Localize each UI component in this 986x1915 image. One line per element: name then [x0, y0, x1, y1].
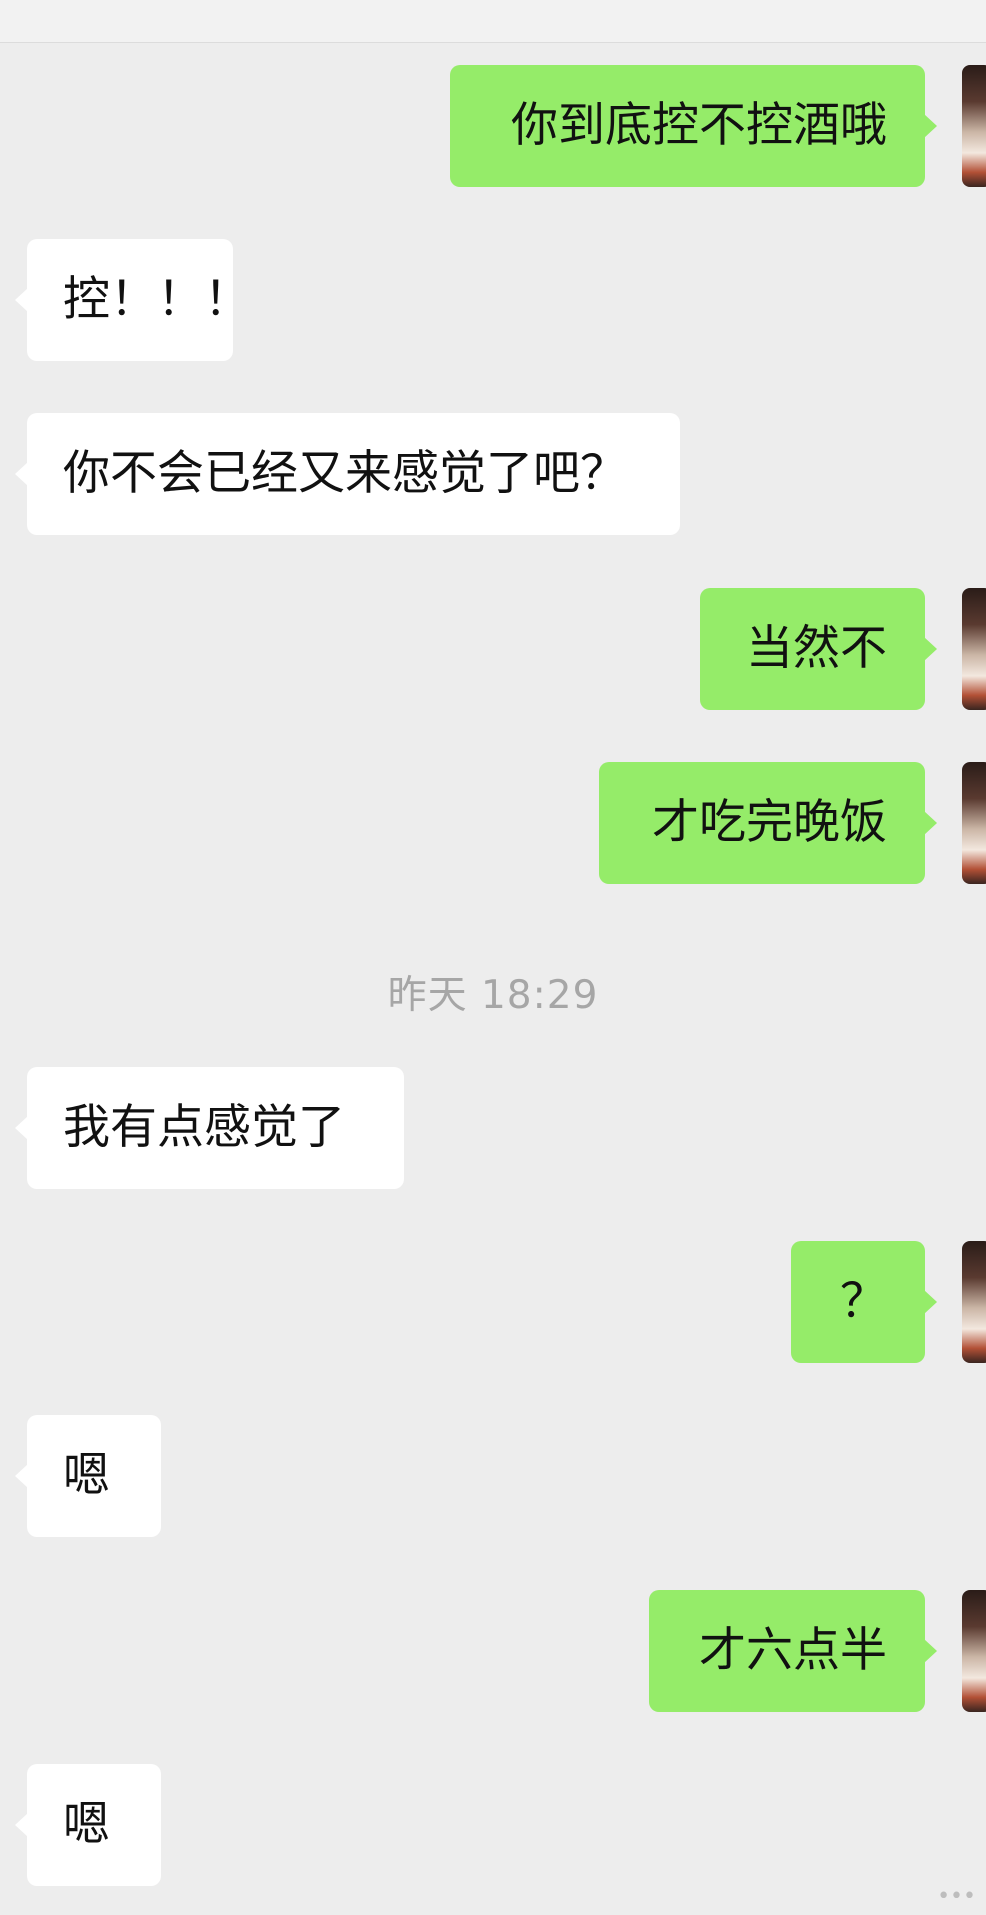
incoming-message-bubble[interactable]: 嗯	[15, 1764, 161, 1886]
message-text: 才六点半	[699, 1623, 887, 1678]
outgoing-message-bubble[interactable]: 才吃完晚饭	[599, 762, 937, 884]
message-text: 当然不	[746, 621, 887, 676]
my-avatar[interactable]	[962, 65, 986, 187]
incoming-message-bubble[interactable]: 控！！！	[15, 239, 251, 361]
message-text: 才吃完晚饭	[652, 795, 887, 850]
top-bar	[0, 0, 986, 43]
my-avatar[interactable]	[962, 762, 986, 884]
incoming-message-bubble[interactable]: 嗯	[15, 1415, 161, 1537]
outgoing-message-bubble[interactable]: 当然不	[700, 588, 937, 710]
message-text: 你不会已经又来感觉了吧？	[63, 446, 627, 501]
incoming-message-bubble[interactable]: 你不会已经又来感觉了吧？	[15, 413, 680, 535]
message-text: 我有点感觉了	[63, 1100, 345, 1155]
watermark: •••	[937, 1884, 976, 1909]
message-timestamp: 昨天 18:29	[387, 973, 599, 1018]
message-text: 你到底控不控酒哦	[511, 98, 887, 153]
outgoing-message-bubble[interactable]: 你到底控不控酒哦	[450, 65, 937, 187]
incoming-message-bubble[interactable]: 我有点感觉了	[15, 1067, 404, 1189]
chat-area[interactable]: 你到底控不控酒哦 控！！！ 你不会已经又来感觉了吧？ 当然不 才吃完晚饭 昨天 …	[0, 43, 986, 1915]
my-avatar[interactable]	[962, 588, 986, 710]
outgoing-message-bubble[interactable]: ？	[791, 1241, 937, 1363]
message-text: 控！！！	[63, 272, 251, 327]
message-text: ？	[840, 1274, 887, 1329]
my-avatar[interactable]	[962, 1241, 986, 1363]
message-text: 嗯	[63, 1448, 110, 1503]
my-avatar[interactable]	[962, 1590, 986, 1712]
outgoing-message-bubble[interactable]: 才六点半	[649, 1590, 937, 1712]
message-text: 嗯	[63, 1797, 110, 1852]
